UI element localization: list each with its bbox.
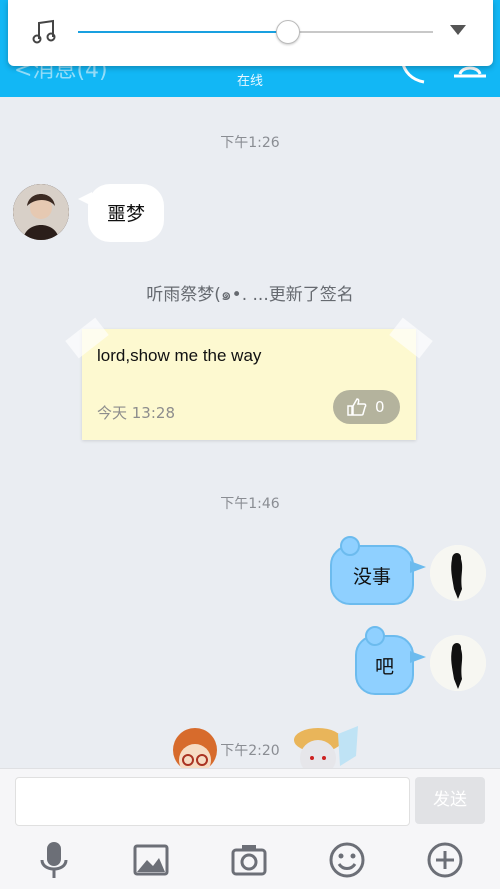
microphone-icon[interactable] [34, 840, 74, 880]
message-input[interactable] [15, 777, 410, 826]
timestamp: 下午1:46 [220, 496, 280, 512]
plus-icon[interactable] [425, 840, 465, 880]
like-button[interactable]: 0 [333, 390, 400, 424]
camera-icon[interactable] [229, 840, 269, 880]
signature-date: 今天 13:28 [97, 404, 175, 422]
signature-update-notice[interactable]: 听雨祭梦(๑•. ...更新了签名 [0, 280, 500, 308]
music-note-icon[interactable] [32, 19, 56, 45]
message-text: 噩梦 [106, 203, 145, 225]
chevron-down-icon[interactable] [450, 25, 466, 37]
emoji-icon[interactable] [327, 840, 367, 880]
signature-text: lord,show me the way [97, 346, 262, 365]
progress-thumb[interactable] [276, 20, 301, 44]
message-bubble-sent[interactable]: 没事 [330, 536, 426, 605]
cartoon-boy-sticker [294, 726, 358, 776]
thumbs-up-icon [347, 398, 367, 416]
timestamp: 下午1:26 [220, 135, 280, 151]
image-icon[interactable] [131, 840, 171, 880]
progress-fill [78, 31, 288, 33]
message-bubble-sent[interactable]: 吧 [355, 626, 426, 695]
music-player [8, 0, 493, 66]
send-button[interactable]: 发送 [415, 777, 485, 824]
message-text: 吧 [374, 656, 394, 678]
avatar-self[interactable] [430, 635, 486, 691]
avatar-self[interactable] [430, 545, 486, 601]
message-bubble[interactable]: 噩梦 [78, 184, 164, 242]
message-text: 没事 [352, 566, 391, 588]
signature-card[interactable]: lord,show me the way 今天 13:28 0 [65, 317, 433, 440]
tape [389, 317, 433, 359]
avatar[interactable] [13, 184, 69, 240]
like-count: 0 [375, 398, 385, 416]
timestamp: 下午2:20 [220, 743, 280, 759]
progress-track[interactable] [78, 31, 433, 33]
input-bar: 发送 [0, 768, 500, 889]
